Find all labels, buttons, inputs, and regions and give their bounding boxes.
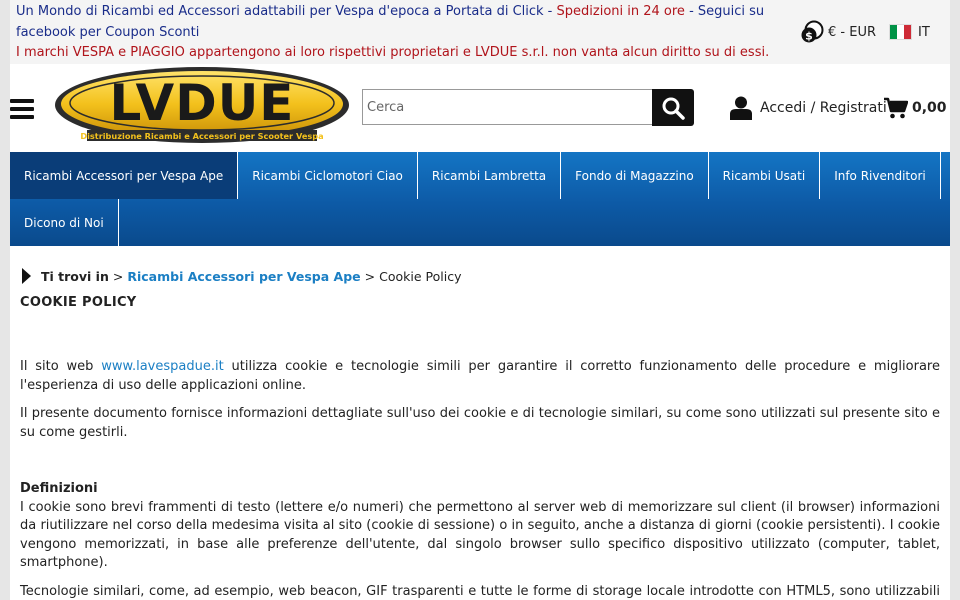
promo-shipping: Spedizioni in 24 ore (556, 4, 685, 19)
currency-selector[interactable]: $ € - EUR (800, 20, 876, 44)
breadcrumb-current: Cookie Policy (379, 268, 462, 284)
money-coins-icon: $ (801, 20, 824, 43)
svg-text:LVDUE: LVDUE (110, 74, 295, 132)
breadcrumb-separator: > (112, 268, 124, 284)
login-label: Accedi / Registrati (760, 100, 887, 116)
nav-row-2: Dicono di Noi (10, 199, 950, 246)
menu-icon[interactable] (10, 99, 34, 119)
document-paragraph: Il presente documento fornisce informazi… (20, 406, 940, 440)
svg-text:$: $ (805, 30, 813, 43)
technologies-paragraph: Tecnologie similari, come, ad esempio, w… (20, 583, 940, 599)
nav-item-ciao[interactable]: Ricambi Ciclomotori Ciao (238, 152, 418, 199)
nav-item-rivenditori[interactable]: Info Rivenditori (820, 152, 941, 199)
promo-text: Un Mondo di Ricambi ed Accessori adattab… (16, 2, 776, 64)
header: LVDUE Distribuzione Ricambi e Accessori … (10, 64, 950, 152)
intro-text-start: Il sito web (20, 359, 102, 374)
cookie-definition-paragraph: I cookie sono brevi frammenti di testo (… (20, 499, 940, 571)
login-link[interactable]: Accedi / Registrati (730, 96, 887, 120)
page: Un Mondo di Ricambi ed Accessori adattab… (10, 0, 950, 600)
cart-link[interactable]: 0,00 (884, 96, 947, 120)
intro-paragraph: Il sito web www.lavespadue.it utilizza c… (20, 358, 940, 395)
language-selector[interactable]: IT (889, 20, 930, 44)
breadcrumb-separator: > (364, 268, 376, 284)
cart-icon (884, 97, 908, 119)
search-button[interactable] (652, 89, 694, 126)
top-bar: Un Mondo di Ricambi ed Accessori adattab… (10, 0, 950, 64)
site-link[interactable]: www.lavespadue.it (101, 359, 223, 374)
nav-item-vespa-ape[interactable]: Ricambi Accessori per Vespa Ape (10, 152, 239, 199)
nav-item-label: Ricambi Accessori per Vespa Ape (24, 168, 224, 183)
page-content: COOKIE POLICY Il sito web www.lavespadue… (20, 294, 940, 600)
nav-item-label: Dicono di Noi (24, 215, 104, 230)
breadcrumb: Ti trovi in > Ricambi Accessori per Vesp… (22, 266, 461, 286)
breadcrumb-link-vespa-ape[interactable]: Ricambi Accessori per Vespa Ape (127, 269, 360, 284)
nav-item-label: Ricambi Lambretta (431, 168, 547, 183)
nav-item-label: Fondo di Magazzino (575, 168, 694, 183)
nav-item-label: Ricambi Ciclomotori Ciao (252, 168, 403, 183)
nav-item-usati[interactable]: Ricambi Usati (709, 152, 821, 199)
nav-item-label: Info Rivenditori (834, 168, 926, 183)
definitions-heading: Definizioni (20, 481, 98, 496)
user-icon (730, 96, 752, 120)
nav-item-fondo-magazzino[interactable]: Fondo di Magazzino (561, 152, 709, 199)
search-input[interactable] (362, 89, 653, 125)
italy-flag-icon (889, 24, 912, 40)
nav-item-label: Ricambi Usati (722, 168, 806, 183)
nav-item-dicono-di-noi[interactable]: Dicono di Noi (10, 199, 119, 246)
search-icon (662, 97, 685, 120)
svg-text:Distribuzione Ricambi e Access: Distribuzione Ricambi e Accessori per Sc… (80, 131, 323, 141)
play-arrow-icon (22, 268, 31, 284)
currency-label: € - EUR (828, 24, 876, 40)
lvdue-logo[interactable]: LVDUE Distribuzione Ricambi e Accessori … (53, 66, 351, 148)
main-navigation: Ricambi Accessori per Vespa Ape Ricambi … (10, 152, 950, 246)
page-title: COOKIE POLICY (20, 295, 137, 310)
breadcrumb-prefix: Ti trovi in (41, 268, 109, 284)
promo-text-1: Un Mondo di Ricambi ed Accessori adattab… (16, 4, 557, 19)
nav-row-1: Ricambi Accessori per Vespa Ape Ricambi … (10, 152, 950, 199)
language-label: IT (918, 24, 930, 40)
disclaimer-text: I marchi VESPA e PIAGGIO appartengono ai… (16, 45, 770, 60)
nav-item-lambretta[interactable]: Ricambi Lambretta (418, 152, 562, 199)
cart-total: 0,00 (912, 100, 947, 116)
